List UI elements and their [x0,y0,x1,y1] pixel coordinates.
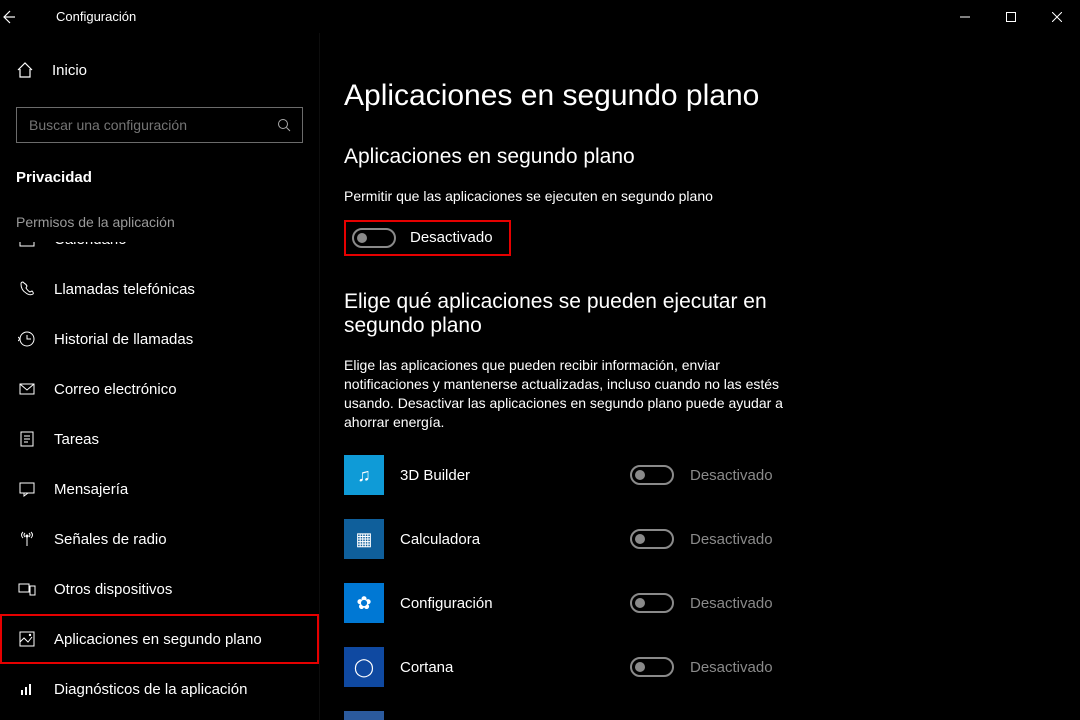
sidebar-item-label: Correo electrónico [54,381,177,398]
app-toggle[interactable] [630,529,674,549]
section1-title: Aplicaciones en segundo plano [344,145,1056,169]
app-icon: ◯ [344,647,384,687]
sidebar-home[interactable]: Inicio [0,49,319,91]
sidebar-section: Privacidad [0,163,319,202]
app-toggle[interactable] [630,465,674,485]
app-row: ♫ 3D Builder Desactivado [344,455,1056,495]
sidebar-item-devices[interactable]: Otros dispositivos [0,564,319,614]
close-button[interactable] [1034,0,1080,33]
maximize-button[interactable] [988,0,1034,33]
sidebar-item-label: Diagnósticos de la aplicación [54,681,247,698]
app-row: ▦ Calculadora Desactivado [344,519,1056,559]
sidebar-item-label: Mensajería [54,481,128,498]
sidebar-item-background[interactable]: Aplicaciones en segundo plano [0,614,319,664]
app-row: ◯ Cortana Desactivado [344,647,1056,687]
search-icon [277,118,291,132]
background-icon [18,630,38,648]
window-title: Configuración [48,9,136,24]
sidebar-item-history[interactable]: Historial de llamadas [0,314,319,364]
sidebar-item-diag[interactable]: Diagnósticos de la aplicación [0,664,319,714]
app-icon: 📷 [344,711,384,720]
history-icon [18,330,38,348]
sidebar-item-message[interactable]: Mensajería [0,464,319,514]
app-toggle-state: Desactivado [690,595,773,612]
app-toggle[interactable] [630,657,674,677]
sidebar-item-label: Señales de radio [54,531,167,548]
app-icon: ✿ [344,583,384,623]
search-input[interactable] [16,107,303,143]
sidebar-item-label: Otros dispositivos [54,581,172,598]
master-toggle-highlight: Desactivado [344,220,511,256]
sidebar-category: Permisos de la aplicación [0,202,319,242]
page-title: Aplicaciones en segundo plano [344,79,1056,113]
app-toggle-state: Desactivado [690,659,773,676]
master-toggle[interactable] [352,228,396,248]
app-name: Configuración [400,595,630,612]
sidebar-item-mail[interactable]: Correo electrónico [0,364,319,414]
app-name: Calculadora [400,531,630,548]
devices-icon [18,580,38,598]
section2-title: Elige qué aplicaciones se pueden ejecuta… [344,290,784,338]
phone-icon [18,280,38,298]
sidebar-item-label: Aplicaciones en segundo plano [54,631,262,648]
sidebar-item-tasks[interactable]: Tareas [0,414,319,464]
app-toggle-state: Desactivado [690,467,773,484]
search-wrap [16,107,303,143]
app-row: ✿ Configuración Desactivado [344,583,1056,623]
message-icon [18,480,38,498]
back-button[interactable] [0,9,48,25]
app-icon: ♫ [344,455,384,495]
sidebar-home-label: Inicio [52,62,87,79]
sidebar-item-radio[interactable]: Señales de radio [0,514,319,564]
app-name: 3D Builder [400,467,630,484]
sidebar-item-phone[interactable]: Llamadas telefónicas [0,264,319,314]
section1-desc: Permitir que las aplicaciones se ejecute… [344,187,784,206]
sidebar-item-calendar[interactable]: Calendario [0,242,319,264]
sidebar-item-label: Calendario [54,242,127,248]
minimize-button[interactable] [942,0,988,33]
app-row: 📷CámaraDesactivado [344,711,1056,720]
app-name: Cortana [400,659,630,676]
home-icon [16,61,36,79]
app-icon: ▦ [344,519,384,559]
sidebar-item-label: Tareas [54,431,99,448]
app-toggle[interactable] [630,593,674,613]
section2-desc: Elige las aplicaciones que pueden recibi… [344,356,784,432]
app-list: ♫ 3D Builder Desactivado ▦ Calculadora Desact… [344,455,1056,720]
sidebar: Inicio Privacidad Permisos de la aplicac… [0,33,320,720]
diag-icon [18,680,38,698]
titlebar: Configuración [0,0,1080,33]
sidebar-item-label: Llamadas telefónicas [54,281,195,298]
radio-icon [18,530,38,548]
tasks-icon [18,430,38,448]
master-toggle-state: Desactivado [410,229,493,246]
mail-icon [18,380,38,398]
app-toggle-state: Desactivado [690,531,773,548]
sidebar-item-label: Historial de llamadas [54,331,193,348]
content: Aplicaciones en segundo plano Aplicacion… [320,33,1080,720]
calendar-icon [18,242,38,248]
